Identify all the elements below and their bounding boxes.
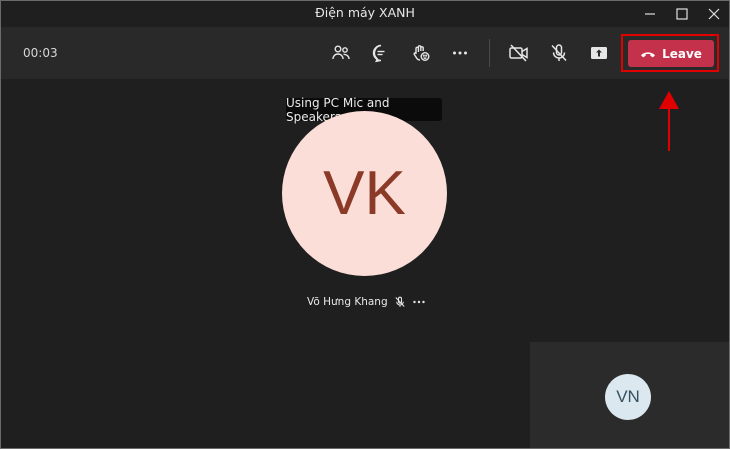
close-button[interactable]	[699, 1, 729, 27]
close-icon	[708, 8, 720, 20]
toolbar-divider	[489, 39, 490, 67]
mic-off-icon	[551, 44, 567, 62]
people-icon	[332, 45, 350, 60]
participant-name: Võ Hưng Khang	[307, 296, 388, 308]
minimize-icon	[645, 13, 655, 15]
window-title: Điện máy XANH	[315, 5, 415, 20]
teams-call-window: Điện máy XANH 00:03 Leave Using PC Mic a…	[0, 0, 730, 449]
annotation-arrow	[659, 91, 679, 151]
reactions-icon	[413, 45, 430, 61]
show-participants-button[interactable]	[329, 41, 353, 65]
more-icon	[453, 51, 467, 55]
call-toolbar: 00:03 Leave	[1, 27, 729, 79]
mic-toggle-button[interactable]	[547, 41, 571, 65]
participant-nameplate: Võ Hưng Khang	[307, 294, 426, 310]
share-screen-button[interactable]	[587, 41, 611, 65]
mic-off-icon	[395, 296, 405, 307]
participant-avatar-vk: VK	[282, 111, 447, 276]
participant-more-icon[interactable]	[412, 296, 426, 308]
maximize-icon	[676, 8, 688, 20]
maximize-button[interactable]	[667, 1, 697, 27]
share-screen-icon	[591, 47, 607, 59]
chat-icon	[372, 44, 385, 63]
title-bar: Điện máy XANH	[1, 1, 729, 27]
annotation-highlight-box	[621, 34, 719, 72]
camera-off-icon	[509, 44, 528, 62]
minimize-button[interactable]	[635, 1, 665, 27]
show-conversation-button[interactable]	[369, 41, 393, 65]
call-timer: 00:03	[23, 46, 58, 60]
self-video-tile: VN	[530, 342, 729, 448]
more-actions-button[interactable]	[448, 41, 472, 65]
self-avatar-vn: VN	[605, 374, 651, 420]
camera-toggle-button[interactable]	[507, 41, 531, 65]
reactions-button[interactable]	[409, 41, 433, 65]
